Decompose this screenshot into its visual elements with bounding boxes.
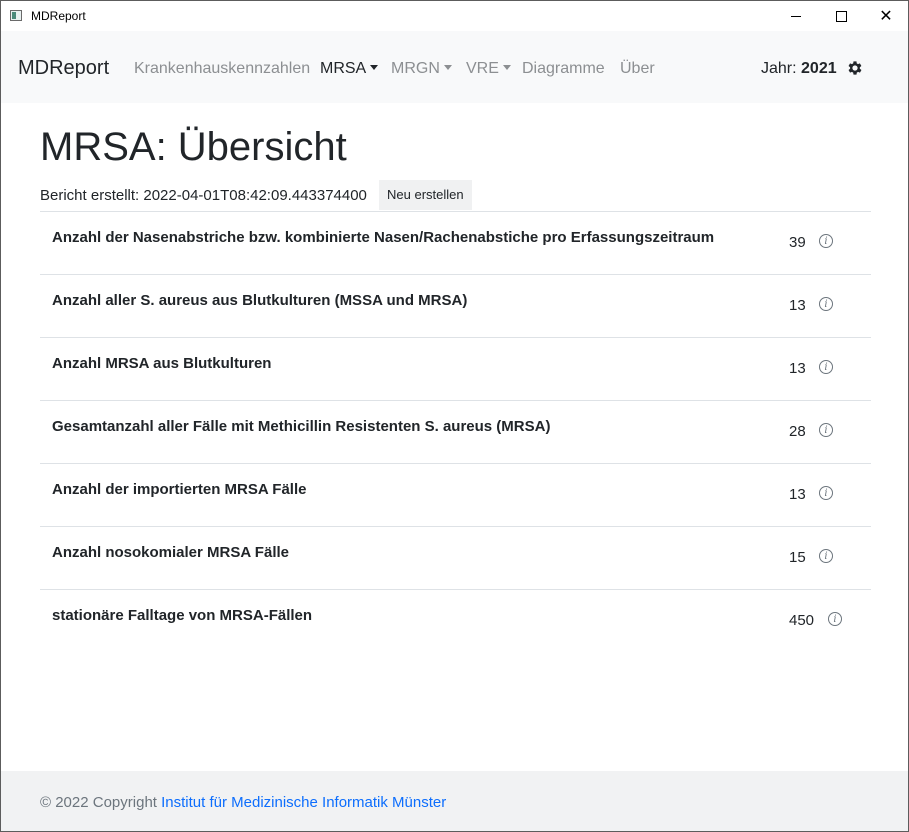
kpi-value: 15 <box>789 549 806 566</box>
kpi-value: 39 <box>789 234 806 251</box>
kpi-row: Anzahl MRSA aus Blutkulturen 13 i <box>40 337 871 400</box>
caret-down-icon <box>443 65 452 70</box>
nav-item-mrgn[interactable]: MRGN <box>391 60 452 78</box>
kpi-row: Anzahl aller S. aureus aus Blutkulturen … <box>40 274 871 337</box>
kpi-row: Anzahl nosokomialer MRSA Fälle 15 i <box>40 526 871 589</box>
kpi-row: Anzahl der Nasenabstriche bzw. kombinier… <box>40 211 871 274</box>
institute-link[interactable]: Institut für Medizinische Informatik Mün… <box>161 794 446 811</box>
kpi-value: 450 <box>789 612 815 629</box>
kpi-list: Anzahl der Nasenabstriche bzw. kombinier… <box>40 211 871 652</box>
caret-down-icon <box>502 65 511 70</box>
kpi-label: Anzahl der importierten MRSA Fälle <box>52 481 307 498</box>
kpi-label: stationäre Falltage von MRSA-Fällen <box>52 607 313 624</box>
year-selector[interactable]: Jahr: 2021 <box>761 60 837 78</box>
kpi-label: Anzahl der Nasenabstriche bzw. kombinier… <box>52 229 715 246</box>
kpi-value: 28 <box>789 423 806 440</box>
app-window-icon <box>10 10 22 21</box>
report-created-label: Bericht erstellt: <box>40 187 140 204</box>
minimize-button[interactable] <box>773 1 819 31</box>
kpi-label: Anzahl nosokomialer MRSA Fälle <box>52 544 289 561</box>
nav-item-label: MRSA <box>320 60 367 77</box>
app-window: MDReport ✕ MDReport Krankenhauskennzahle… <box>0 0 909 832</box>
footer-copyright: © 2022 Copyright Institut für Medizinisc… <box>40 794 446 811</box>
info-icon[interactable]: i <box>819 297 833 311</box>
year-value: 2021 <box>801 60 837 77</box>
kpi-value: 13 <box>789 297 806 314</box>
kpi-row: stationäre Falltage von MRSA-Fällen 450 … <box>40 589 871 652</box>
info-icon[interactable]: i <box>819 423 833 437</box>
kpi-label: Anzahl aller S. aureus aus Blutkulturen … <box>52 292 468 309</box>
regenerate-report-button[interactable]: Neu erstellen <box>379 180 472 210</box>
kpi-value: 13 <box>789 486 806 503</box>
nav-item-diagramme[interactable]: Diagramme <box>522 60 605 78</box>
footer: © 2022 Copyright Institut für Medizinisc… <box>1 771 908 831</box>
kpi-row: Gesamtanzahl aller Fälle mit Methicillin… <box>40 400 871 463</box>
close-icon: ✕ <box>879 6 893 25</box>
info-icon[interactable]: i <box>819 234 833 248</box>
gear-icon[interactable] <box>846 59 864 77</box>
nav-item-krankenhauskennzahlen[interactable]: Krankenhauskennzahlen <box>134 60 310 78</box>
close-button[interactable]: ✕ <box>863 1 908 31</box>
nav-item-label: Diagramme <box>522 60 605 77</box>
brand-link[interactable]: MDReport <box>18 57 109 80</box>
nav-item-label: Krankenhauskennzahlen <box>134 60 311 77</box>
kpi-label: Gesamtanzahl aller Fälle mit Methicillin… <box>52 418 551 435</box>
top-navbar: MDReport Krankenhauskennzahlen MRSA MRGN… <box>1 31 908 103</box>
page-title: MRSA: Übersicht <box>40 125 347 169</box>
maximize-icon <box>835 10 847 22</box>
minimize-icon <box>791 15 801 17</box>
report-created-timestamp: 2022-04-01T08:42:09.443374400 <box>143 187 367 204</box>
nav-item-label: VRE <box>466 60 499 77</box>
kpi-value: 13 <box>789 360 806 377</box>
caret-down-icon <box>370 65 379 70</box>
year-label: Jahr: <box>761 60 797 77</box>
nav-item-label: MRGN <box>391 60 440 77</box>
title-bar: MDReport ✕ <box>1 1 908 31</box>
nav-item-vre[interactable]: VRE <box>466 60 511 78</box>
window-title: MDReport <box>31 9 86 23</box>
info-icon[interactable]: i <box>819 549 833 563</box>
info-icon[interactable]: i <box>819 486 833 500</box>
info-icon[interactable]: i <box>828 612 842 626</box>
copyright-text: © 2022 Copyright <box>40 794 157 811</box>
maximize-button[interactable] <box>818 1 864 31</box>
report-created: Bericht erstellt: 2022-04-01T08:42:09.44… <box>40 187 367 204</box>
info-icon[interactable]: i <box>819 360 833 374</box>
kpi-label: Anzahl MRSA aus Blutkulturen <box>52 355 272 372</box>
kpi-row: Anzahl der importierten MRSA Fälle 13 i <box>40 463 871 526</box>
nav-item-mrsa[interactable]: MRSA <box>320 60 379 78</box>
nav-item-ueber[interactable]: Über <box>620 60 655 78</box>
nav-item-label: Über <box>620 60 655 77</box>
